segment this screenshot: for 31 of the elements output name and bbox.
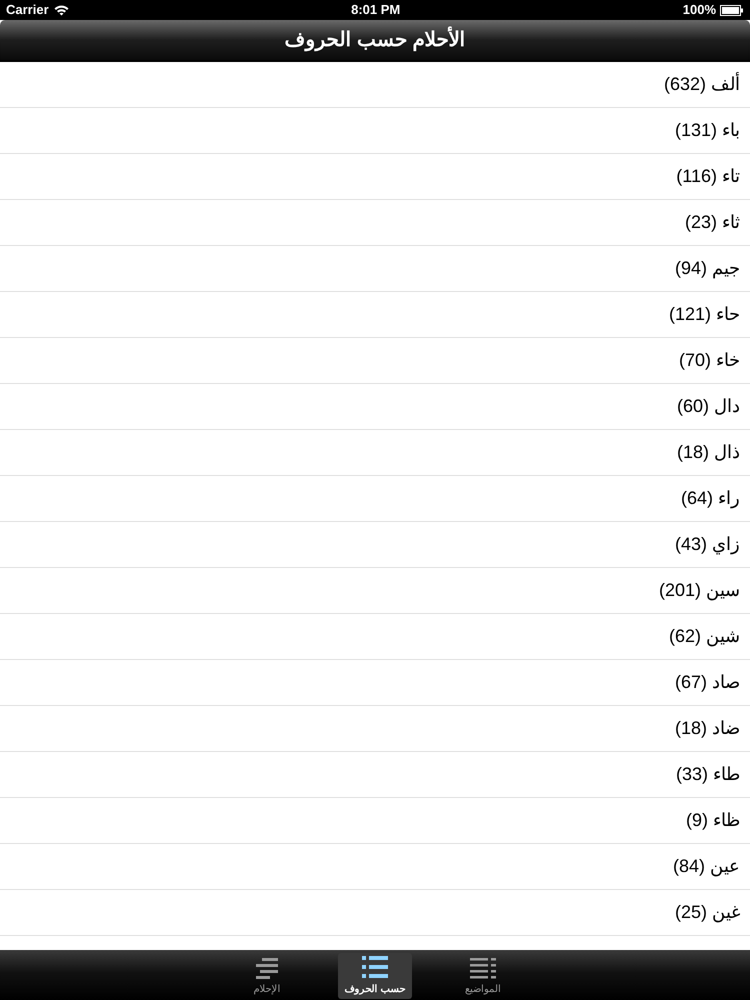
list-row[interactable]: غين (25) <box>0 890 750 936</box>
carrier-label: Carrier <box>6 1 49 20</box>
nav-title: الأحلام حسب الحروف <box>284 25 466 55</box>
list-row[interactable]: دال (60) <box>0 384 750 430</box>
battery-icon <box>720 4 744 16</box>
list-row[interactable]: باء (131) <box>0 108 750 154</box>
list-row[interactable]: ثاء (23) <box>0 200 750 246</box>
list-row[interactable]: عين (84) <box>0 844 750 890</box>
list-row[interactable]: صاد (67) <box>0 660 750 706</box>
list-row[interactable]: زاي (43) <box>0 522 750 568</box>
list-row[interactable]: ذال (18) <box>0 430 750 476</box>
tab-bar-item[interactable]: الإحلام <box>230 953 304 999</box>
list-row[interactable]: طاء (33) <box>0 752 750 798</box>
list-row[interactable]: ضاد (18) <box>0 706 750 752</box>
list-row[interactable]: شين (62) <box>0 614 750 660</box>
list-row[interactable]: سين (201) <box>0 568 750 614</box>
clock: 8:01 PM <box>351 1 400 20</box>
list-row[interactable]: حاء (121) <box>0 292 750 338</box>
list-row[interactable]: راء (64) <box>0 476 750 522</box>
wifi-icon <box>54 4 69 16</box>
tab-bar-item[interactable]: حسب الحروف <box>338 953 412 999</box>
lines-icon <box>254 957 280 979</box>
list-icon <box>470 957 496 979</box>
list-icon <box>362 955 388 979</box>
list-row[interactable]: خاء (70) <box>0 338 750 384</box>
list-row[interactable]: تاء (116) <box>0 154 750 200</box>
list-row[interactable]: ألف (632) <box>0 62 750 108</box>
battery-percent: 100% <box>682 1 716 20</box>
tab-bar-item[interactable]: المواضيع <box>446 953 520 999</box>
list-row[interactable]: ظاء (9) <box>0 798 750 844</box>
list-row[interactable]: جيم (94) <box>0 246 750 292</box>
